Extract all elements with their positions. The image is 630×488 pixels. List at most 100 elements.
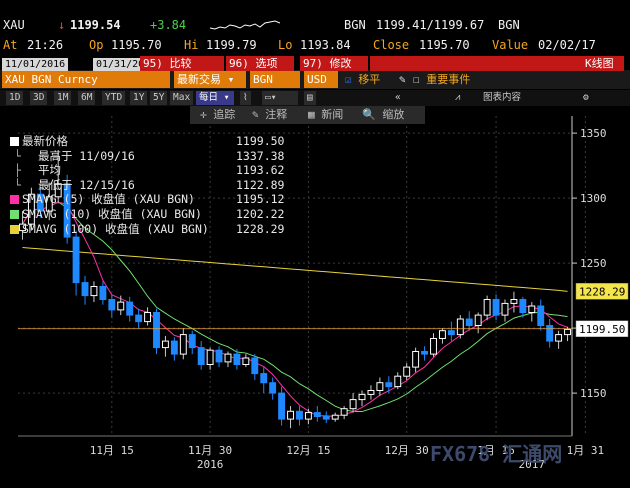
options-button[interactable]: 96) 选项 xyxy=(226,56,294,71)
time-value: 21:26 xyxy=(27,38,64,52)
security-field[interactable]: XAU BGN Curncy xyxy=(2,71,170,88)
legend-sma10[interactable]: SMAVG (10) 收盘值 (XAU BGN) 1202.22 xyxy=(10,207,285,222)
high-value: 1199.79 xyxy=(206,38,257,52)
candle-body xyxy=(108,299,116,311)
annotate-tool[interactable]: ✎ 注释 xyxy=(252,107,287,123)
candle-body xyxy=(546,325,554,342)
events-label: 重要事件 xyxy=(426,73,471,86)
legend-swatch xyxy=(10,224,19,234)
last-price-tag: 1199.50 xyxy=(579,323,625,336)
y-tick-label: 1300 xyxy=(580,192,607,205)
last-price: 1199.54 xyxy=(70,18,121,32)
candle-body xyxy=(465,318,473,326)
period-ytd[interactable]: YTD xyxy=(102,91,126,105)
indicator-select[interactable]: ▭▾ xyxy=(262,91,298,105)
candle-body xyxy=(251,357,259,375)
options-num: 96) xyxy=(229,57,249,70)
candle-body xyxy=(447,330,455,336)
x-tick-label: 11月 15 xyxy=(90,444,134,457)
period-1y[interactable]: 1Y xyxy=(130,91,148,105)
candle-body xyxy=(233,353,241,366)
candle-body xyxy=(421,351,429,355)
collapse-left-icon[interactable]: « xyxy=(392,91,404,105)
checkbox-icon: ☐ xyxy=(413,73,420,86)
start-date-field[interactable]: 11/01/2016 xyxy=(2,58,69,71)
compare-label: 比较 xyxy=(169,57,192,70)
source-select[interactable]: BGN xyxy=(250,71,300,88)
chart-content-icon[interactable]: ⩘ xyxy=(452,91,463,105)
annotate-label: 注释 xyxy=(265,108,288,121)
compare-button[interactable]: 95) 比较 xyxy=(140,56,224,71)
edit-pen-icon[interactable]: ✎ xyxy=(396,71,409,88)
period-max[interactable]: Max xyxy=(170,91,194,105)
candle-body xyxy=(537,305,545,326)
event-type-select[interactable]: 最新交易 ▾ xyxy=(174,71,246,88)
period-select-label: 每日 xyxy=(199,92,219,103)
candle-body xyxy=(179,334,187,355)
open-label: Op xyxy=(89,38,104,52)
shift-checkbox[interactable]: ☑ 移平 xyxy=(342,71,383,88)
candle-body xyxy=(555,334,563,342)
line-tool-icon[interactable]: ⌇ xyxy=(240,91,251,105)
toolbar-main: 11/01/2016 01/31/2017 95) 比较 96) 选项 97) … xyxy=(0,56,630,89)
candle-body xyxy=(564,328,571,336)
legend-label: SMAVG (10) 收盘值 (XAU BGN) xyxy=(22,206,202,221)
candle-body xyxy=(144,312,152,323)
candle-body xyxy=(126,301,134,316)
legend-label: 最新价格 xyxy=(22,134,68,148)
candle-body xyxy=(260,373,268,384)
legend-value: 1337.38 xyxy=(236,148,285,163)
chart-type-label[interactable]: K线图 xyxy=(582,56,617,71)
legend-sma5[interactable]: SMAVG (5) 收盘值 (XAU BGN) 1195.12 xyxy=(10,192,285,207)
x-tick-label: 12月 15 xyxy=(286,444,330,457)
edit-button[interactable]: 97) 修改 xyxy=(300,56,368,71)
period-5y[interactable]: 5Y xyxy=(150,91,168,105)
watermark: FX678 汇通网 xyxy=(430,442,563,466)
period-3d[interactable]: 3D xyxy=(30,91,48,105)
period-1d[interactable]: 1D xyxy=(6,91,24,105)
year-label: 2016 xyxy=(197,458,224,471)
candle-body xyxy=(438,330,446,339)
candle-body xyxy=(117,301,125,311)
chart-legend: 最新价格 1199.50 └ 最高于 11/09/16 1337.38 ├ 平均… xyxy=(10,134,285,236)
legend-value: 1195.12 xyxy=(236,192,285,207)
chart-content-label[interactable]: 图表内容 xyxy=(480,91,524,105)
news-tool[interactable]: ▦ 新闻 xyxy=(308,107,343,123)
candle-body xyxy=(474,314,482,327)
x-tick-label: 12月 30 xyxy=(385,444,429,457)
settings-gear-icon[interactable]: ⚙ xyxy=(580,91,592,105)
y-tick-label: 1350 xyxy=(580,127,607,140)
zoom-label: 缩放 xyxy=(382,108,405,121)
candle-body xyxy=(456,318,464,336)
track-tool[interactable]: ✛ 追踪 xyxy=(200,107,235,123)
candle-body xyxy=(412,351,420,368)
high-label: Hi xyxy=(184,38,199,52)
currency-select[interactable]: USD xyxy=(304,71,338,88)
period-select[interactable]: 每日 ▾ xyxy=(196,91,234,105)
period-6m[interactable]: 6M xyxy=(78,91,96,105)
candle-body xyxy=(313,412,321,418)
table-icon[interactable]: ▤ xyxy=(304,91,316,105)
sma100-tag: 1228.29 xyxy=(579,285,625,298)
legend-label: 平均 xyxy=(38,163,61,178)
candle-body xyxy=(394,375,402,388)
candle-body xyxy=(170,340,178,355)
zoom-tool[interactable]: 🔍 缩放 xyxy=(362,107,404,123)
period-1m[interactable]: 1M xyxy=(54,91,72,105)
candle-body xyxy=(430,338,437,355)
y-tick-label: 1250 xyxy=(580,257,607,270)
at-label: At xyxy=(3,38,18,52)
legend-average: ├ 平均 1193.62 xyxy=(10,163,285,178)
low-label: Lo xyxy=(278,38,293,52)
legend-last-price[interactable]: 最新价格 1199.50 xyxy=(10,134,285,149)
source-label-2: BGN xyxy=(498,18,520,32)
tree-branch-icon: └ xyxy=(14,148,21,163)
legend-value: 1202.22 xyxy=(236,206,285,221)
legend-label: SMAVG (100) 收盘值 (XAU BGN) xyxy=(22,221,209,236)
legend-value: 1228.29 xyxy=(236,221,285,236)
candle-body xyxy=(304,412,312,420)
events-checkbox[interactable]: ☐ 重要事件 xyxy=(410,71,473,88)
legend-sma100[interactable]: SMAVG (100) 收盘值 (XAU BGN) 1228.29 xyxy=(10,222,285,237)
candle-body xyxy=(161,340,169,349)
legend-swatch xyxy=(10,195,19,205)
